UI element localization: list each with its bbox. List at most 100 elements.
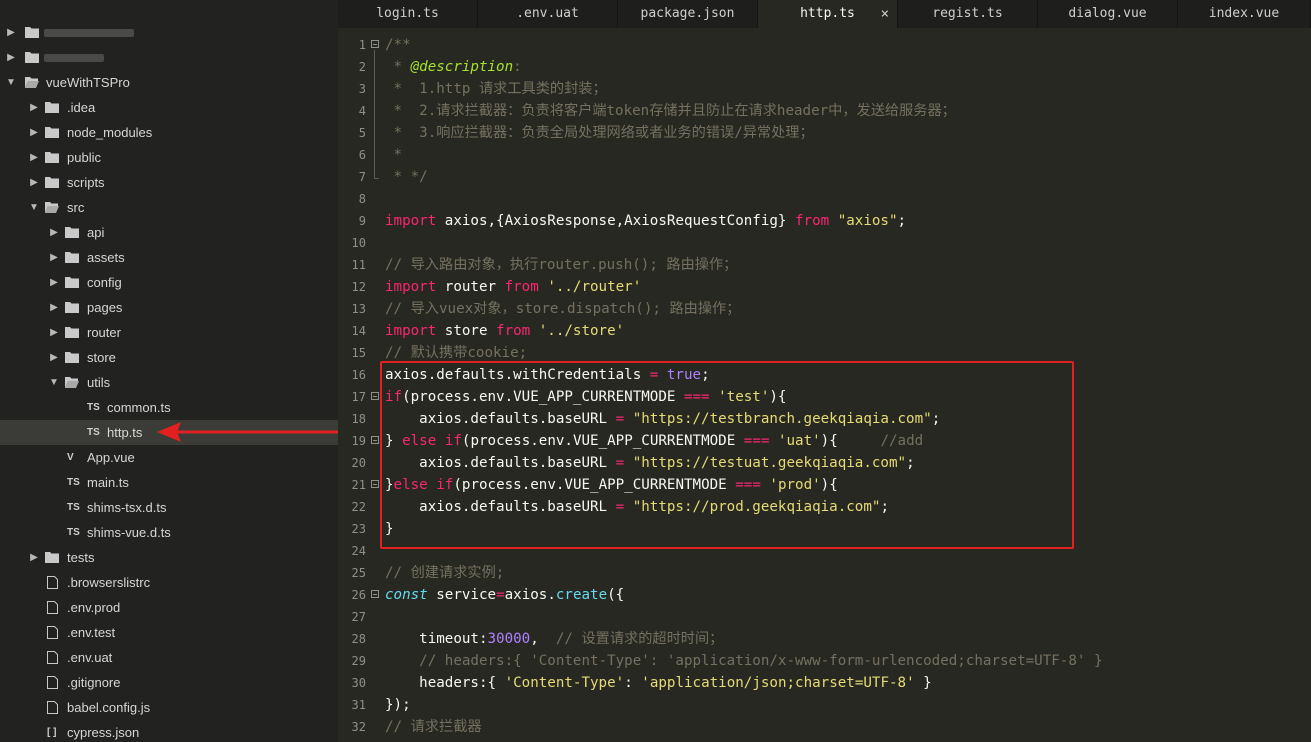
file-icon <box>47 626 58 639</box>
code-line[interactable]: 26 const service=axios.create({ <box>338 584 1311 606</box>
chevron-right-icon[interactable]: ▶ <box>49 270 59 295</box>
code-line[interactable]: 32 // 请求拦截器 <box>338 716 1311 738</box>
code-line[interactable]: 7 * */ <box>338 166 1311 188</box>
tree-item-pages[interactable]: ▶ pages <box>0 295 338 320</box>
tree-item-tests[interactable]: ▶ tests <box>0 545 338 570</box>
code-line[interactable]: 27 <box>338 606 1311 628</box>
tree-item-hidden-folder-1[interactable]: ▶ <box>0 20 338 45</box>
tree-item-main-ts[interactable]: TS main.ts <box>0 470 338 495</box>
code-line[interactable]: 1 /** <box>338 34 1311 56</box>
chevron-right-icon[interactable]: ▶ <box>49 320 59 345</box>
code-token: const <box>385 587 428 603</box>
tree-item-scripts[interactable]: ▶ scripts <box>0 170 338 195</box>
tree-item-router[interactable]: ▶ router <box>0 320 338 345</box>
code-line[interactable]: 4 * 2.请求拦截器：负责将客户端token存储并且防止在请求header中，… <box>338 100 1311 122</box>
tree-item-project-root[interactable]: ▼ vueWithTSPro <box>0 70 338 95</box>
tree-item-label: vueWithTSPro <box>46 75 130 90</box>
chevron-right-icon[interactable]: ▶ <box>6 20 16 45</box>
chevron-down-icon[interactable]: ▼ <box>6 70 16 95</box>
tree-item-public[interactable]: ▶ public <box>0 145 338 170</box>
fold-toggle-icon[interactable] <box>371 480 379 488</box>
file-type-badge-icon: TS <box>67 477 80 488</box>
code-line[interactable]: 2 * @description: <box>338 56 1311 78</box>
code-token: * <box>385 147 403 163</box>
tab-package-json[interactable]: package.json <box>618 0 758 28</box>
chevron-right-icon[interactable]: ▶ <box>29 145 39 170</box>
code-line[interactable]: 12 import router from '../router' <box>338 276 1311 298</box>
code-token: // 请求拦截器 <box>385 719 482 735</box>
code-line[interactable]: 8 <box>338 188 1311 210</box>
tree-item-shims-tsx[interactable]: TS shims-tsx.d.ts <box>0 495 338 520</box>
tree-item-label: pages <box>87 300 123 315</box>
tree-item-app-vue[interactable]: V App.vue <box>0 445 338 470</box>
code-token: * <box>385 59 411 75</box>
tree-item-env-prod[interactable]: .env.prod <box>0 595 338 620</box>
chevron-down-icon[interactable]: ▼ <box>29 195 39 220</box>
tab-dialog-vue[interactable]: dialog.vue <box>1038 0 1178 28</box>
code-line[interactable]: 11 // 导入路由对象，执行router.push(); 路由操作； <box>338 254 1311 276</box>
tree-item-label: store <box>87 350 116 365</box>
tree-item-label: assets <box>87 250 125 265</box>
code-line[interactable]: 31}); <box>338 694 1311 716</box>
tab-index-vue[interactable]: index.vue <box>1178 0 1311 28</box>
tree-item-env-uat[interactable]: .env.uat <box>0 645 338 670</box>
tree-item-cypress-json[interactable]: [ ] cypress.json <box>0 720 338 742</box>
folder-icon <box>65 352 79 363</box>
chevron-right-icon[interactable]: ▶ <box>29 120 39 145</box>
code-line[interactable]: 3 * 1.http 请求工具类的封装； <box>338 78 1311 100</box>
tree-item-node-modules[interactable]: ▶ node_modules <box>0 120 338 145</box>
code-line[interactable]: 9 import axios,{AxiosResponse,AxiosReques… <box>338 210 1311 232</box>
tree-item-env-test[interactable]: .env.test <box>0 620 338 645</box>
chevron-right-icon[interactable]: ▶ <box>49 295 59 320</box>
chevron-right-icon[interactable]: ▶ <box>49 245 59 270</box>
code-line[interactable]: 6 * <box>338 144 1311 166</box>
tree-item-gitignore[interactable]: .gitignore <box>0 670 338 695</box>
tree-item-shims-vue[interactable]: TS shims-vue.d.ts <box>0 520 338 545</box>
code-line[interactable]: 13 // 导入vuex对象，store.dispatch(); 路由操作； <box>338 298 1311 320</box>
tree-item-api[interactable]: ▶ api <box>0 220 338 245</box>
code-line[interactable]: 25 // 创建请求实例; <box>338 562 1311 584</box>
code-token: // 设置请求的超时时间； <box>555 631 724 647</box>
tab-login-ts[interactable]: login.ts <box>338 0 478 28</box>
chevron-right-icon[interactable]: ▶ <box>49 220 59 245</box>
tree-item-browserslistrc[interactable]: .browserslistrc <box>0 570 338 595</box>
tab-http-ts[interactable]: http.ts × <box>758 0 898 28</box>
chevron-right-icon[interactable]: ▶ <box>29 170 39 195</box>
fold-toggle-icon[interactable] <box>371 436 379 444</box>
line-number: 13 <box>351 302 366 316</box>
code-token: from <box>504 279 539 295</box>
tree-item-hidden-folder-2[interactable]: ▶ <box>0 45 338 70</box>
code-line[interactable]: 30 headers:{ 'Content-Type': 'applicatio… <box>338 672 1311 694</box>
code-line[interactable]: 5 * 3.响应拦截器：负责全局处理网络或者业务的错误/异常处理； <box>338 122 1311 144</box>
code-line[interactable]: 10 <box>338 232 1311 254</box>
line-number: 14 <box>351 324 366 338</box>
chevron-right-icon[interactable]: ▶ <box>29 95 39 120</box>
chevron-down-icon[interactable]: ▼ <box>49 370 59 395</box>
code-token: // 导入vuex对象，store.dispatch(); 路由操作； <box>385 301 741 317</box>
code-line[interactable]: 14 import store from '../store' <box>338 320 1311 342</box>
tree-item-utils[interactable]: ▼ utils <box>0 370 338 395</box>
tab-regist-ts[interactable]: regist.ts <box>898 0 1038 28</box>
tree-item-label: .env.uat <box>67 650 113 665</box>
code-content: * 2.请求拦截器：负责将客户端token存储并且防止在请求header中，发送… <box>385 100 956 122</box>
code-line[interactable]: 28 timeout:30000, // 设置请求的超时时间； <box>338 628 1311 650</box>
code-line[interactable]: 29 // headers:{ 'Content-Type': 'applica… <box>338 650 1311 672</box>
tree-item-idea[interactable]: ▶ .idea <box>0 95 338 120</box>
close-icon[interactable]: × <box>881 0 889 28</box>
code-content: * 3.响应拦截器：负责全局处理网络或者业务的错误/异常处理； <box>385 122 814 144</box>
tree-item-assets[interactable]: ▶ assets <box>0 245 338 270</box>
fold-toggle-icon[interactable] <box>371 392 379 400</box>
tree-item-src[interactable]: ▼ src <box>0 195 338 220</box>
folder-icon <box>25 52 39 63</box>
fold-toggle-icon[interactable] <box>371 590 379 598</box>
fold-toggle-icon[interactable] <box>371 40 379 48</box>
chevron-right-icon[interactable]: ▶ <box>29 545 39 570</box>
tree-item-babel-config[interactable]: babel.config.js <box>0 695 338 720</box>
tab-env-uat[interactable]: .env.uat <box>478 0 618 28</box>
line-number: 26 <box>351 588 366 602</box>
chevron-right-icon[interactable]: ▶ <box>6 45 16 70</box>
chevron-right-icon[interactable]: ▶ <box>49 345 59 370</box>
tree-item-store[interactable]: ▶ store <box>0 345 338 370</box>
tree-item-config[interactable]: ▶ config <box>0 270 338 295</box>
tree-item-common-ts[interactable]: TS common.ts <box>0 395 338 420</box>
